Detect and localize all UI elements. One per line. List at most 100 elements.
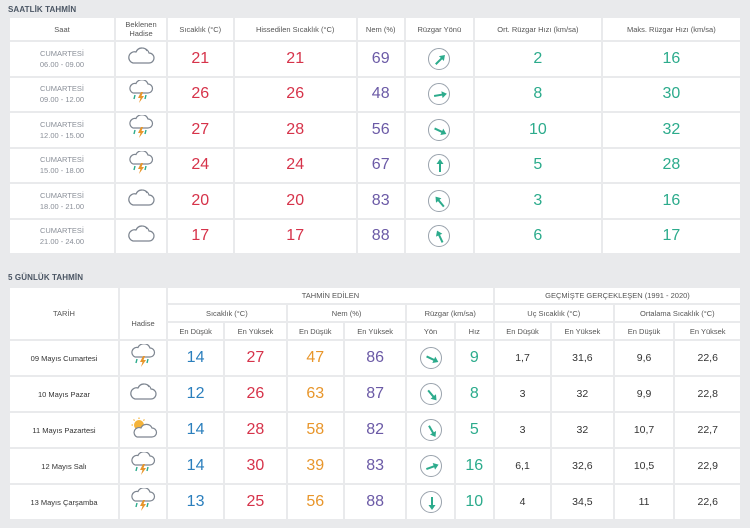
wind-speed-value: 10 xyxy=(455,485,493,519)
avg-wind-value: 2 xyxy=(475,42,601,76)
wind-arrow-icon xyxy=(419,383,442,405)
humidity-value: 48 xyxy=(357,77,404,111)
col-temp: Sıcaklık (°C) xyxy=(168,18,233,40)
feels-like-value: 21 xyxy=(234,42,356,76)
time-range: CUMARTESİ 12.00 - 15.00 xyxy=(10,113,114,147)
extreme-min-value: 3 xyxy=(494,413,551,447)
avg-min-value: 10,7 xyxy=(614,413,674,447)
hourly-header-row: Saat Beklenen Hadise Sıcaklık (°C) Hisse… xyxy=(10,18,740,40)
humidity-value: 67 xyxy=(357,148,404,182)
wind-direction xyxy=(405,148,474,182)
col-feels: Hissedilen Sıcaklık (°C) xyxy=(234,18,356,40)
wind-arrow-icon xyxy=(419,455,442,477)
feels-like-value: 20 xyxy=(234,184,356,218)
wind-arrow-icon xyxy=(428,83,451,106)
time-range: CUMARTESİ 21.00 - 24.00 xyxy=(10,219,114,253)
feels-like-value: 24 xyxy=(234,148,356,182)
extreme-max-value: 32,6 xyxy=(552,449,613,483)
humidity-value: 56 xyxy=(357,113,404,147)
col-temp-group: Sıcaklık (°C) xyxy=(168,305,286,321)
day-label: CUMARTESİ xyxy=(39,48,85,58)
temp-max-value: 27 xyxy=(225,341,286,375)
day-label: CUMARTESİ xyxy=(39,226,85,236)
hourly-row: CUMARTESİ 21.00 - 24.00 17 17 88 6 17 xyxy=(10,219,740,253)
avg-max-value: 22,9 xyxy=(675,449,740,483)
wind-arrow-icon xyxy=(428,225,451,248)
humidity-value: 69 xyxy=(357,42,404,76)
humidity-max-value: 87 xyxy=(344,377,406,411)
sub-hum-lo: En Düşük xyxy=(287,323,343,339)
col-humidity: Nem (%) xyxy=(357,18,404,40)
date-label: 10 Mayıs Pazar xyxy=(10,377,118,411)
thunderstorm-icon xyxy=(116,77,166,111)
wind-direction xyxy=(407,377,454,411)
forecast-group-header: TAHMİN EDİLEN xyxy=(168,288,493,303)
temp-max-value: 26 xyxy=(225,377,286,411)
temp-min-value: 13 xyxy=(168,485,224,519)
thunderstorm-icon xyxy=(120,449,166,483)
time-range: CUMARTESİ 18.00 - 21.00 xyxy=(10,184,114,218)
hour-range: 06.00 - 09.00 xyxy=(39,59,85,69)
wind-arrow-icon xyxy=(419,491,442,513)
partly-cloudy-icon xyxy=(120,413,166,447)
date-label: 09 Mayıs Cumartesi xyxy=(10,341,118,375)
extreme-min-value: 1,7 xyxy=(494,341,551,375)
feels-like-value: 26 xyxy=(234,77,356,111)
hourly-forecast-table: Saat Beklenen Hadise Sıcaklık (°C) Hisse… xyxy=(8,16,742,255)
avg-wind-value: 10 xyxy=(475,113,601,147)
col-avgtemp-group: Ortalama Sıcaklık (°C) xyxy=(614,305,740,321)
time-range: CUMARTESİ 06.00 - 09.00 xyxy=(10,42,114,76)
temp-min-value: 12 xyxy=(168,377,224,411)
day-label: CUMARTESİ xyxy=(39,84,85,94)
feels-like-value: 28 xyxy=(234,113,356,147)
avg-max-value: 22,6 xyxy=(675,485,740,519)
wind-arrow-icon xyxy=(419,419,442,441)
sub-avg-lo: En Düşük xyxy=(614,323,674,339)
col-humidity-group: Nem (%) xyxy=(287,305,406,321)
avg-wind-value: 3 xyxy=(475,184,601,218)
hourly-section-title: SAATLİK TAHMİN xyxy=(8,5,77,14)
max-wind-value: 30 xyxy=(602,77,740,111)
max-wind-value: 16 xyxy=(602,42,740,76)
feels-like-value: 17 xyxy=(234,219,356,253)
daily-event-header-label: Hadise xyxy=(131,319,155,328)
sub-avg-hi: En Yüksek xyxy=(675,323,740,339)
humidity-min-value: 39 xyxy=(287,449,343,483)
wind-arrow-icon xyxy=(428,189,451,212)
humidity-max-value: 82 xyxy=(344,413,406,447)
day-label: CUMARTESİ xyxy=(39,190,85,200)
temperature-value: 17 xyxy=(168,219,233,253)
daily-row: 10 Mayıs Pazar 12 26 63 87 8 3 32 9,9 22,8 xyxy=(10,377,740,411)
thunderstorm-icon xyxy=(120,485,166,519)
extreme-max-value: 34,5 xyxy=(552,485,613,519)
daily-forecast-table: TARİH TAHMİN EDİLEN GEÇMİŞTE GERÇEKLEŞEN… xyxy=(8,286,742,521)
wind-direction xyxy=(405,77,474,111)
col-wind-dir: Rüzgar Yönü xyxy=(405,18,474,40)
wind-arrow-icon xyxy=(428,154,451,177)
hourly-row: CUMARTESİ 15.00 - 18.00 24 24 67 5 28 xyxy=(10,148,740,182)
avg-wind-value: 8 xyxy=(475,77,601,111)
avg-wind-value: 5 xyxy=(475,148,601,182)
humidity-min-value: 58 xyxy=(287,413,343,447)
hourly-row: CUMARTESİ 12.00 - 15.00 27 28 56 10 32 xyxy=(10,113,740,147)
day-label: CUMARTESİ xyxy=(39,155,85,165)
hourly-row: CUMARTESİ 09.00 - 12.00 26 26 48 8 30 xyxy=(10,77,740,111)
humidity-min-value: 63 xyxy=(287,377,343,411)
col-time: Saat xyxy=(10,18,114,40)
daily-header-row-1: TARİH TAHMİN EDİLEN GEÇMİŞTE GERÇEKLEŞEN… xyxy=(10,288,740,339)
wind-arrow-icon xyxy=(428,47,451,70)
temp-min-value: 14 xyxy=(168,449,224,483)
sub-temp-lo: En Düşük xyxy=(168,323,224,339)
max-wind-value: 16 xyxy=(602,184,740,218)
hour-range: 12.00 - 15.00 xyxy=(39,130,85,140)
humidity-min-value: 47 xyxy=(287,341,343,375)
extreme-min-value: 3 xyxy=(494,377,551,411)
wind-direction xyxy=(407,449,454,483)
wind-speed-value: 9 xyxy=(455,341,493,375)
wind-direction xyxy=(407,341,454,375)
temp-max-value: 30 xyxy=(225,449,286,483)
thunderstorm-icon xyxy=(120,341,166,375)
hour-range: 15.00 - 18.00 xyxy=(39,166,85,176)
wind-arrow-icon xyxy=(419,347,442,369)
humidity-min-value: 56 xyxy=(287,485,343,519)
